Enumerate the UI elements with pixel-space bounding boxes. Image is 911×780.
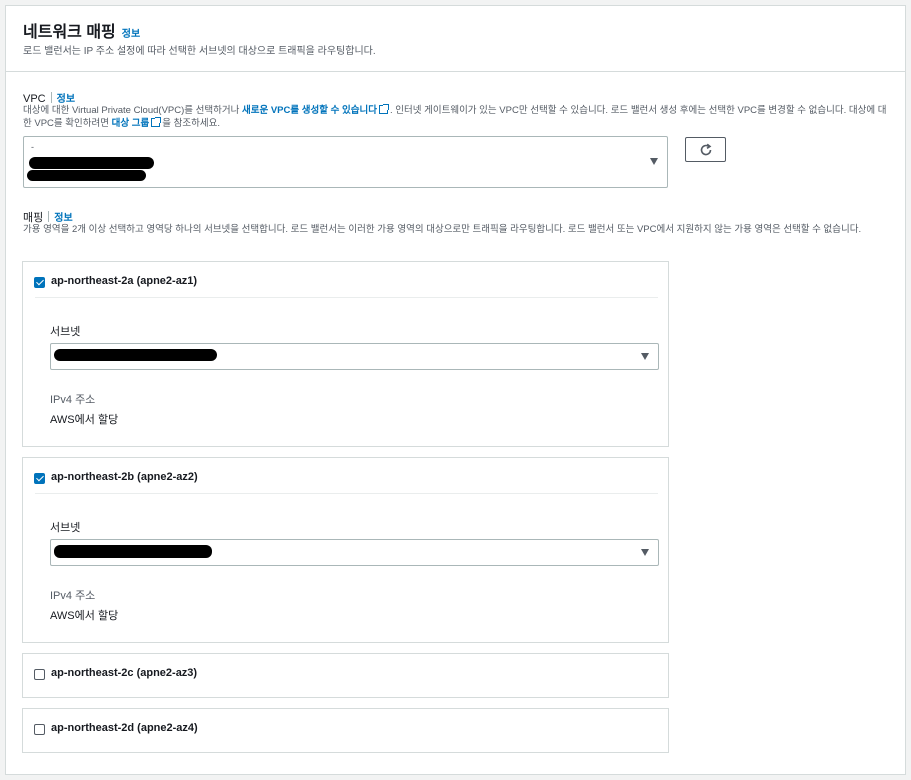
az-name: ap-northeast-2a (apne2-az1) (51, 275, 198, 287)
subnet-label: 서브넷 (50, 522, 81, 534)
vpc-description: 대상에 대한 Virtual Private Cloud(VPC)를 선택하거나… (23, 104, 893, 130)
vpc-select[interactable]: - (23, 136, 668, 188)
mapping-description: 가용 영역을 2개 이상 선택하고 영역당 하나의 서브넷을 선택합니다. 로드… (23, 224, 862, 235)
redacted-subnet (54, 545, 212, 558)
page-title: 네트워크 매핑 정보 (23, 18, 140, 42)
vpc-desc-text: 대상에 대한 Virtual Private Cloud(VPC)를 선택하거나 (23, 105, 242, 116)
az-header[interactable]: ap-northeast-2a (apne2-az1) (23, 262, 668, 298)
az-name: ap-northeast-2c (apne2-az3) (51, 667, 198, 679)
vpc-select-prefix: - (31, 142, 34, 152)
title-text: 네트워크 매핑 (23, 24, 116, 41)
external-link-icon (151, 116, 162, 127)
mapping-label: 매핑 (23, 212, 44, 224)
ipv4-label: IPv4 주소 (50, 394, 96, 406)
redacted-vpc-id (29, 157, 154, 169)
vpc-label: VPC (23, 93, 46, 105)
az-card-2d[interactable]: ap-northeast-2d (apne2-az4) (22, 708, 669, 753)
chevron-down-icon (641, 353, 649, 360)
info-link[interactable]: 정보 (122, 29, 140, 40)
header-description: 로드 밸런서는 IP 주소 설정에 따라 선택한 서브넷의 대상으로 트래픽을 … (23, 46, 376, 57)
vpc-info-link[interactable]: 정보 (57, 94, 75, 105)
subnet-select[interactable] (50, 343, 659, 370)
redacted-subnet (54, 349, 217, 361)
panel-header: 네트워크 매핑 정보 로드 밸런서는 IP 주소 설정에 따라 선택한 서브넷의 … (6, 6, 905, 72)
vpc-desc-text-3: 을 참조하세요. (162, 117, 220, 129)
subnet-select[interactable] (50, 539, 659, 566)
chevron-down-icon (650, 158, 658, 165)
az-name: ap-northeast-2b (apne2-az2) (51, 471, 198, 483)
ipv4-label: IPv4 주소 (50, 590, 96, 602)
az-card-2c[interactable]: ap-northeast-2c (apne2-az3) (22, 653, 669, 698)
redacted-vpc-cidr (27, 170, 146, 181)
label-separator (50, 92, 52, 103)
divider (35, 297, 658, 298)
ipv4-value: AWS에서 할당 (50, 414, 119, 426)
divider (35, 493, 658, 494)
az-checkbox[interactable] (34, 277, 45, 288)
az-checkbox[interactable] (34, 724, 45, 735)
az-header[interactable]: ap-northeast-2b (apne2-az2) (23, 458, 668, 494)
create-vpc-link[interactable]: 새로운 VPC를 생성할 수 있습니다 (242, 105, 377, 116)
az-card-2b: ap-northeast-2b (apne2-az2) 서브넷 IPv4 주소 … (22, 457, 669, 643)
mapping-info-link[interactable]: 정보 (54, 213, 72, 224)
az-name: ap-northeast-2d (apne2-az4) (51, 722, 198, 734)
az-checkbox[interactable] (34, 669, 45, 680)
refresh-button[interactable] (685, 137, 726, 162)
subnet-label: 서브넷 (50, 326, 81, 338)
network-mapping-panel: 네트워크 매핑 정보 로드 밸런서는 IP 주소 설정에 따라 선택한 서브넷의 … (5, 5, 906, 775)
target-group-link[interactable]: 대상 그룹 (112, 118, 150, 129)
chevron-down-icon (641, 549, 649, 556)
ipv4-value: AWS에서 할당 (50, 610, 119, 622)
label-separator (48, 211, 50, 222)
external-link-icon (378, 104, 389, 114)
az-checkbox[interactable] (34, 473, 45, 484)
refresh-icon (700, 143, 712, 156)
az-card-2a: ap-northeast-2a (apne2-az1) 서브넷 IPv4 주소 … (22, 261, 669, 447)
